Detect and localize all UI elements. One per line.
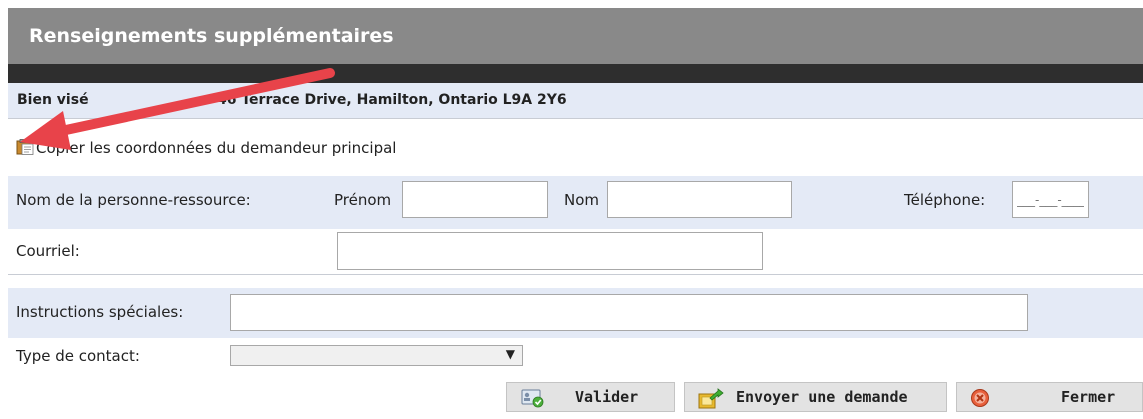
section-header: Renseignements supplémentaires xyxy=(8,8,1143,64)
contact-type-row: Type de contact: ▼ xyxy=(8,338,1143,378)
validate-card-icon xyxy=(521,388,544,408)
phone-label: Téléphone: xyxy=(904,191,986,209)
clipboard-icon xyxy=(16,139,34,155)
property-address: 46 Terrace Drive, Hamilton, Ontario L9A … xyxy=(217,92,567,108)
email-label: Courriel: xyxy=(16,242,80,260)
send-request-button[interactable]: Envoyer une demande xyxy=(684,382,947,412)
section-title: Renseignements supplémentaires xyxy=(29,25,394,47)
copy-applicant-link[interactable]: Copier les coordonnées du demandeur prin… xyxy=(16,139,396,157)
email-input[interactable] xyxy=(337,232,763,270)
property-row: Bien visé 46 Terrace Drive, Hamilton, On… xyxy=(8,83,1143,119)
contact-name-label: Nom de la personne-ressource: xyxy=(16,191,251,209)
contact-type-label: Type de contact: xyxy=(16,347,140,365)
send-request-label: Envoyer une demande xyxy=(736,388,908,406)
send-request-icon xyxy=(698,388,724,409)
validate-button[interactable]: Valider xyxy=(506,382,675,412)
property-label: Bien visé xyxy=(17,92,89,108)
email-row: Courriel: xyxy=(8,229,1143,275)
contact-type-select[interactable]: ▼ xyxy=(230,345,523,366)
dropdown-arrow-icon: ▼ xyxy=(505,347,515,361)
close-label: Fermer xyxy=(1061,388,1116,406)
close-button[interactable]: Fermer xyxy=(956,382,1143,412)
header-divider xyxy=(8,64,1143,83)
validate-label: Valider xyxy=(575,388,639,406)
first-name-input[interactable] xyxy=(402,181,548,218)
instructions-input[interactable] xyxy=(230,294,1028,331)
first-name-label: Prénom xyxy=(334,191,392,209)
contact-name-row: Nom de la personne-ressource: Prénom Nom… xyxy=(8,176,1143,229)
close-circle-icon xyxy=(970,388,992,408)
phone-input[interactable] xyxy=(1012,181,1089,218)
instructions-row: Instructions spéciales: xyxy=(8,288,1143,338)
last-name-input[interactable] xyxy=(607,181,792,218)
last-name-label: Nom xyxy=(564,191,600,209)
instructions-label: Instructions spéciales: xyxy=(16,303,184,321)
copy-applicant-label: Copier les coordonnées du demandeur prin… xyxy=(36,139,397,157)
